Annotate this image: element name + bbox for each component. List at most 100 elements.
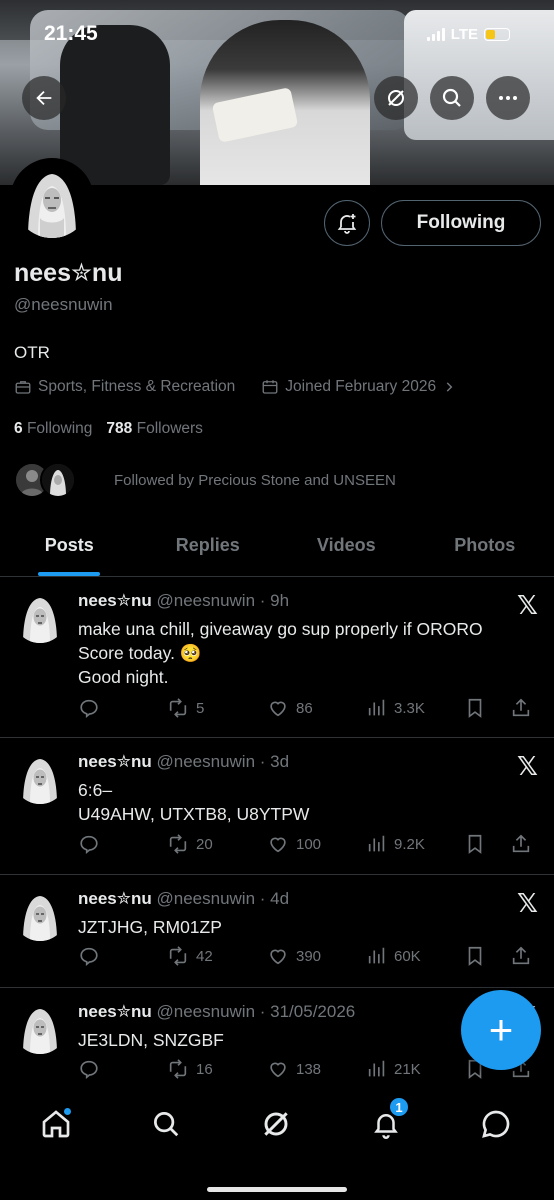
- bookmark-icon: [468, 698, 482, 718]
- repost-icon: [169, 698, 187, 718]
- bottom-navigation: 1: [0, 1088, 554, 1200]
- tab-replies[interactable]: Replies: [139, 520, 278, 576]
- like-button[interactable]: 86: [266, 697, 366, 719]
- profile-joined[interactable]: Joined February 2026: [285, 378, 436, 396]
- like-button[interactable]: 138: [266, 1058, 366, 1080]
- like-count: 390: [296, 947, 322, 965]
- follower-avatar: [40, 462, 76, 498]
- post-item[interactable]: nees✮nu @neesnuwin · 9h 𝕏 make una chill…: [0, 577, 554, 738]
- message-bubble-icon: [482, 1110, 510, 1138]
- profile-avatar[interactable]: [10, 158, 94, 242]
- bookmark-button[interactable]: [464, 945, 510, 967]
- post-body: make una chill, giveaway go sup properly…: [78, 617, 533, 689]
- profile-display-name: nees✮nu: [14, 259, 123, 287]
- calendar-icon: [262, 380, 278, 394]
- notification-bell-button[interactable]: [324, 200, 370, 246]
- heart-icon: [270, 1062, 286, 1078]
- post-meta: @neesnuwin · 4d: [156, 889, 290, 908]
- status-indicators: LTE: [426, 26, 510, 43]
- like-button[interactable]: 100: [266, 833, 366, 855]
- post-avatar[interactable]: [13, 1000, 67, 1054]
- post-avatar[interactable]: [13, 887, 67, 941]
- view-count: 60K: [394, 947, 421, 965]
- views-button[interactable]: 21K: [366, 1058, 464, 1080]
- view-count: 3.3K: [394, 699, 425, 717]
- nav-home[interactable]: [34, 1102, 78, 1146]
- back-button[interactable]: [22, 76, 66, 120]
- post-body: JZTJHG, RM01ZP: [78, 915, 533, 939]
- post-meta: @neesnuwin · 3d: [156, 752, 290, 771]
- bookmark-button[interactable]: [464, 697, 510, 719]
- following-count-link[interactable]: 6 Following: [14, 420, 92, 438]
- banner-car-seat: [60, 25, 170, 185]
- reply-button[interactable]: [78, 1058, 166, 1080]
- post-text-line: make una chill, giveaway go sup properly…: [78, 619, 483, 639]
- share-button[interactable]: [510, 697, 532, 719]
- tab-photos[interactable]: Photos: [416, 520, 554, 576]
- repost-button[interactable]: 42: [166, 945, 266, 967]
- share-upload-icon: [512, 946, 530, 965]
- search-icon: [442, 88, 461, 107]
- nav-search[interactable]: [144, 1102, 188, 1146]
- post-text-line: 6:6–: [78, 780, 113, 800]
- more-button[interactable]: [486, 76, 530, 120]
- view-count: 21K: [394, 1060, 421, 1078]
- share-button[interactable]: [510, 833, 532, 855]
- post-avatar[interactable]: [13, 589, 67, 643]
- profile-handle: @neesnuwin: [14, 295, 113, 314]
- post-header: nees✮nu @neesnuwin · 31/05/2026: [78, 1002, 355, 1022]
- bookmark-button[interactable]: [464, 833, 510, 855]
- like-button[interactable]: 390: [266, 945, 366, 967]
- nav-messages[interactable]: [474, 1102, 518, 1146]
- post-header: nees✮nu @neesnuwin · 4d: [78, 889, 289, 909]
- reply-button[interactable]: [78, 697, 166, 719]
- search-button[interactable]: [430, 76, 474, 120]
- nav-grok[interactable]: [254, 1102, 298, 1146]
- analytics-bars-icon: [368, 835, 385, 852]
- tab-posts[interactable]: Posts: [0, 520, 139, 576]
- bookmark-icon: [468, 834, 482, 854]
- share-button[interactable]: [510, 945, 532, 967]
- post-author-name[interactable]: nees✮nu: [78, 752, 152, 771]
- reply-bubble-icon: [80, 1060, 98, 1080]
- post-actions: 20 100 9.2K: [78, 833, 544, 855]
- views-button[interactable]: 60K: [366, 945, 464, 967]
- reply-bubble-icon: [80, 699, 98, 719]
- repost-button[interactable]: 5: [166, 697, 266, 719]
- repost-count: 16: [196, 1060, 213, 1078]
- post-avatar[interactable]: [13, 750, 67, 804]
- analytics-bars-icon: [368, 947, 385, 964]
- nav-notifications[interactable]: 1: [364, 1096, 410, 1146]
- repost-icon: [169, 834, 187, 854]
- repost-button[interactable]: 20: [166, 833, 266, 855]
- view-count: 9.2K: [394, 835, 425, 853]
- views-button[interactable]: 9.2K: [366, 833, 464, 855]
- following-button[interactable]: Following: [381, 200, 541, 246]
- follow-counts: 6 Following 788 Followers: [14, 420, 203, 438]
- post-header: nees✮nu @neesnuwin · 3d: [78, 752, 289, 772]
- views-button[interactable]: 3.3K: [366, 697, 464, 719]
- battery-icon: [484, 28, 510, 41]
- grok-button[interactable]: [374, 76, 418, 120]
- chevron-right-icon[interactable]: [442, 380, 456, 394]
- post-text-line: U49AHW, UTXTB8, U8YTPW: [78, 804, 310, 824]
- reply-button[interactable]: [78, 833, 166, 855]
- followed-by-row[interactable]: Followed by Precious Stone and UNSEEN: [14, 462, 396, 498]
- reply-button[interactable]: [78, 945, 166, 967]
- post-text-line: Good night.: [78, 667, 169, 687]
- profile-tabs: Posts Replies Videos Photos: [0, 520, 554, 577]
- post-author-name[interactable]: nees✮nu: [78, 1002, 152, 1021]
- post-meta: @neesnuwin · 31/05/2026: [156, 1002, 356, 1021]
- post-item[interactable]: nees✮nu @neesnuwin · 4d 𝕏 JZTJHG, RM01ZP…: [0, 875, 554, 988]
- bookmark-icon: [468, 946, 482, 966]
- status-time: 21:45: [44, 22, 98, 45]
- repost-button[interactable]: 16: [166, 1058, 266, 1080]
- tab-videos[interactable]: Videos: [277, 520, 416, 576]
- post-text-line: Score today. 🥺: [78, 643, 202, 663]
- post-author-name[interactable]: nees✮nu: [78, 591, 152, 610]
- profile-category[interactable]: Sports, Fitness & Recreation: [38, 378, 235, 396]
- compose-post-button[interactable]: +: [461, 990, 541, 1070]
- post-item[interactable]: nees✮nu @neesnuwin · 3d 𝕏 6:6– U49AHW, UT…: [0, 738, 554, 875]
- followers-count-link[interactable]: 788 Followers: [106, 420, 203, 438]
- post-author-name[interactable]: nees✮nu: [78, 889, 152, 908]
